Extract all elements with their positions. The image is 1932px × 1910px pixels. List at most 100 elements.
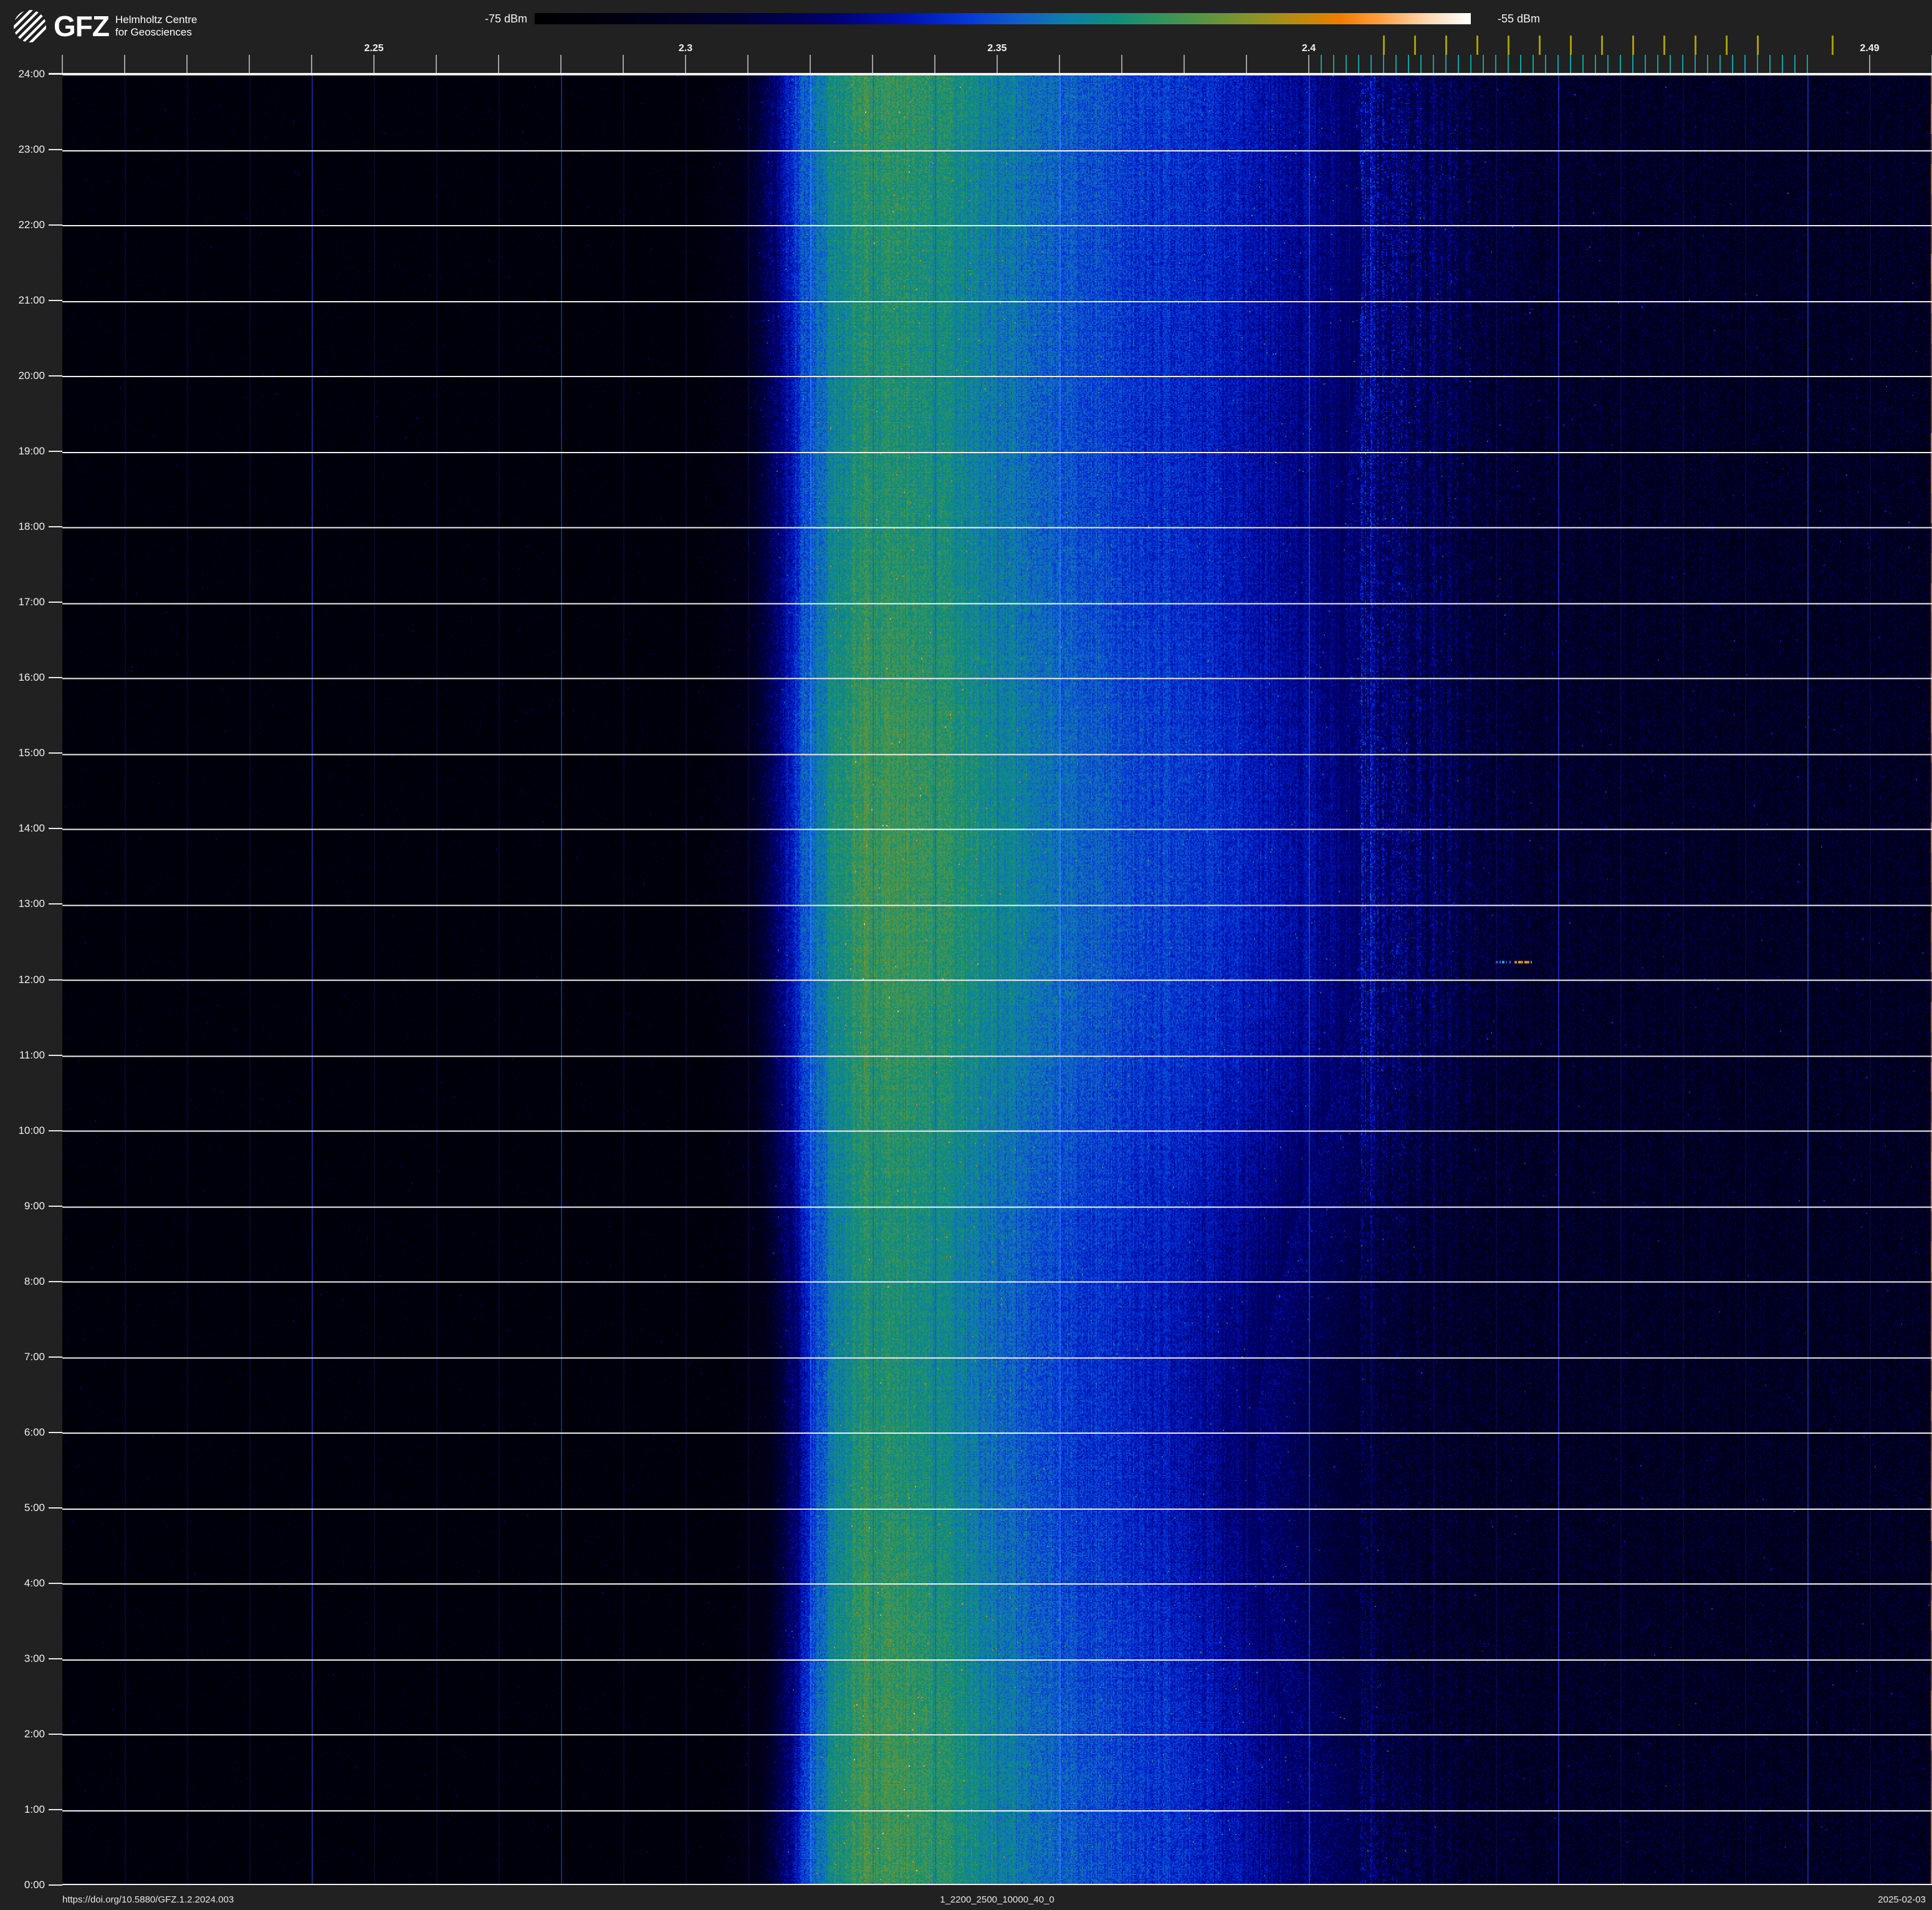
ble-channel-tick bbox=[1346, 55, 1347, 74]
time-label: 19:00 bbox=[18, 445, 45, 458]
ble-channel-tick bbox=[1744, 55, 1746, 74]
ble-channel-tick bbox=[1445, 55, 1447, 74]
time-tick bbox=[49, 224, 62, 226]
ble-channel-tick bbox=[1695, 55, 1696, 74]
ble-channel-tick bbox=[1458, 55, 1459, 74]
ble-channel-tick bbox=[1645, 55, 1646, 74]
ble-channel-tick bbox=[1607, 55, 1609, 74]
ble-channel-tick bbox=[1632, 55, 1633, 74]
freq-tick bbox=[124, 55, 125, 74]
freq-tick bbox=[997, 55, 998, 74]
ble-channel-tick bbox=[1682, 55, 1683, 74]
wifi-channel-tick bbox=[1632, 36, 1634, 55]
time-tick bbox=[49, 526, 62, 528]
wifi-channel-tick bbox=[1569, 36, 1572, 55]
time-label: 9:00 bbox=[24, 1199, 45, 1212]
time-tick bbox=[49, 979, 62, 981]
wifi-channel-tick bbox=[1756, 36, 1759, 55]
ble-channel-tick bbox=[1782, 55, 1783, 74]
time-label: 6:00 bbox=[24, 1426, 45, 1438]
wifi-channel-tick bbox=[1476, 36, 1478, 55]
wifi-channel-tick bbox=[1600, 36, 1603, 55]
ble-channel-tick bbox=[1508, 55, 1509, 74]
wifi-channel-tick bbox=[1382, 36, 1385, 55]
time-label: 5:00 bbox=[24, 1501, 45, 1514]
freq-tick bbox=[747, 55, 748, 74]
time-label: 15:00 bbox=[18, 747, 45, 759]
freq-tick bbox=[872, 55, 873, 74]
ble-channel-tick bbox=[1582, 55, 1584, 74]
time-tick bbox=[49, 1205, 62, 1207]
ble-channel-tick bbox=[1420, 55, 1422, 74]
time-label: 8:00 bbox=[24, 1275, 45, 1287]
time-label: 21:00 bbox=[18, 294, 45, 307]
ble-channel-tick bbox=[1483, 55, 1484, 74]
freq-tick bbox=[810, 55, 811, 74]
freq-tick bbox=[1246, 55, 1247, 74]
ble-channel-tick bbox=[1657, 55, 1658, 74]
freq-tick bbox=[1121, 55, 1122, 74]
time-tick bbox=[49, 1808, 62, 1810]
time-tick bbox=[49, 602, 62, 603]
freq-tick bbox=[560, 55, 562, 74]
time-label: 11:00 bbox=[19, 1049, 45, 1061]
ble-channel-tick bbox=[1370, 55, 1372, 74]
time-label: 0:00 bbox=[24, 1879, 45, 1891]
time-tick bbox=[49, 752, 62, 754]
time-label: 1:00 bbox=[24, 1803, 45, 1815]
time-tick bbox=[49, 828, 62, 830]
freq-tick bbox=[623, 55, 624, 74]
time-label: 20:00 bbox=[18, 370, 45, 382]
time-tick bbox=[49, 1431, 62, 1433]
freq-tick bbox=[373, 55, 375, 74]
time-label: 16:00 bbox=[18, 671, 45, 684]
time-tick bbox=[49, 1356, 62, 1358]
time-tick bbox=[49, 903, 62, 905]
ble-channel-tick bbox=[1595, 55, 1596, 74]
freq-tick bbox=[685, 55, 686, 74]
time-label: 23:00 bbox=[18, 143, 45, 156]
time-label: 17:00 bbox=[18, 596, 45, 608]
ble-channel-tick bbox=[1732, 55, 1733, 74]
time-tick bbox=[49, 375, 62, 377]
time-label: 22:00 bbox=[18, 219, 45, 231]
freq-tick bbox=[934, 55, 935, 74]
time-tick bbox=[49, 677, 62, 679]
time-tick bbox=[49, 451, 62, 453]
wifi-channel-tick bbox=[1538, 36, 1541, 55]
ble-channel-tick bbox=[1557, 55, 1559, 74]
freq-tick bbox=[498, 55, 499, 74]
ble-channel-tick bbox=[1807, 55, 1808, 74]
freq-tick bbox=[1059, 55, 1060, 74]
ble-channel-tick bbox=[1545, 55, 1546, 74]
frequency-axis: 2.25 2.3 2.35 2.4 2.49 bbox=[0, 0, 1932, 74]
freq-label: 2.25 bbox=[364, 43, 384, 54]
wifi-channel-tick bbox=[1725, 36, 1728, 55]
time-tick bbox=[49, 74, 62, 75]
wifi-channel-tick bbox=[1663, 36, 1665, 55]
time-label: 3:00 bbox=[24, 1652, 45, 1664]
freq-tick bbox=[186, 55, 188, 74]
time-label: 18:00 bbox=[18, 521, 45, 533]
time-tick bbox=[49, 1884, 62, 1886]
time-tick bbox=[49, 1582, 62, 1584]
ble-channel-tick bbox=[1358, 55, 1359, 74]
time-axis: 24:00 23:00 22:00 21:00 20:00 19:00 18:00 17:00… bbox=[0, 0, 62, 1910]
ble-channel-tick bbox=[1707, 55, 1708, 74]
wifi-channel-tick bbox=[1694, 36, 1696, 55]
ble-channel-tick bbox=[1408, 55, 1409, 74]
time-label: 24:00 bbox=[18, 68, 45, 80]
ble-channel-tick bbox=[1433, 55, 1434, 74]
wifi-channel-tick bbox=[1507, 36, 1509, 55]
ble-channel-tick bbox=[1321, 55, 1322, 74]
wifi-channel-tick bbox=[1445, 36, 1447, 55]
time-tick bbox=[49, 1130, 62, 1131]
time-tick bbox=[49, 1507, 62, 1509]
ble-channel-tick bbox=[1719, 55, 1721, 74]
dataset-id: 1_2200_2500_10000_40_0 bbox=[940, 1894, 1054, 1905]
freq-label: 2.3 bbox=[678, 43, 693, 54]
time-tick bbox=[49, 1280, 62, 1282]
ble-channel-tick bbox=[1533, 55, 1534, 74]
freq-tick bbox=[311, 55, 312, 74]
time-tick bbox=[49, 149, 62, 151]
